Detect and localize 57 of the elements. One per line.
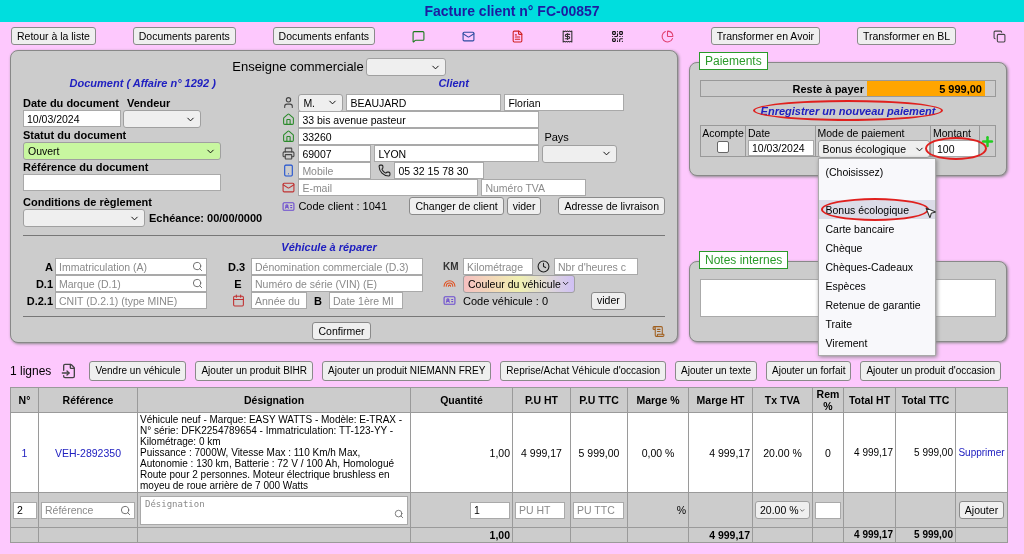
column-header: Référence bbox=[38, 387, 138, 413]
field-label: Echéance: 00/00/0000 bbox=[149, 211, 263, 225]
field-label: D.3 bbox=[228, 259, 247, 274]
field-label: Statut du document bbox=[23, 128, 128, 142]
column-header: Total HT bbox=[843, 387, 896, 413]
panel-legend: Notes internes bbox=[699, 251, 789, 269]
table-cell: Véhicule neuf - Marque: EASY WATTS - Modèle: E-TRAX - N° série: DFK2254789654 - Immatriculation: TT-123-YY - Kilométrage: 0 km Puissance : 7000W, Vitesse Max : 110 Km/h Max, Autonomie : 130 km, Batterie : 72 V / 100 Ah, Homologué Route pour 2 personnes. Moteur électrique brushless en moyeu de roue arrière de 7 000 Watts bbox=[137, 412, 411, 493]
table-cell: 4 999,17 bbox=[843, 412, 896, 493]
field-label: A bbox=[44, 259, 53, 274]
title-bar: Facture client n° FC-00857 bbox=[0, 0, 1024, 22]
line-count: 1 lignes bbox=[10, 364, 52, 378]
balance-value: 5 999,00 bbox=[867, 81, 985, 96]
table-cell: 4 999,17 bbox=[843, 527, 896, 543]
column-label: Acompte bbox=[702, 126, 744, 140]
table-cell: 1,00 bbox=[410, 412, 513, 493]
field-label: E bbox=[233, 276, 243, 291]
column-header: Désignation bbox=[137, 387, 411, 413]
field-label: D.1 bbox=[34, 276, 53, 291]
balance-label: Reste à payer bbox=[791, 81, 865, 96]
table-cell: % bbox=[627, 492, 689, 528]
section-heading: Client bbox=[438, 76, 469, 90]
table-cell: 5 999,00 bbox=[895, 527, 956, 543]
column-header: P.U TTC bbox=[570, 387, 628, 413]
column-label: Mode de paiement bbox=[817, 126, 906, 140]
table-cell: 4 999,17 bbox=[688, 412, 753, 493]
table-cell: 0,00 % bbox=[627, 412, 689, 493]
column-label: Montant bbox=[933, 126, 972, 140]
column-header: N° bbox=[10, 387, 39, 413]
vehicle-code: Code véhicule : 0 bbox=[463, 293, 549, 308]
table-cell: 1,00 bbox=[410, 527, 513, 543]
column-header: Marge % bbox=[627, 387, 689, 413]
field-label: B bbox=[314, 293, 322, 308]
section-heading: Véhicule à réparer bbox=[281, 240, 377, 254]
table-cell: 5 999,00 bbox=[895, 412, 956, 493]
field-label: Référence du document bbox=[23, 160, 150, 174]
field-label: Date du document bbox=[23, 96, 119, 110]
enseigne-label: Enseigne commerciale bbox=[232, 60, 364, 74]
km-label: KM bbox=[443, 259, 459, 274]
column-header: Total TTC bbox=[895, 387, 956, 413]
column-header: Quantité bbox=[410, 387, 513, 413]
panel-legend: Paiements bbox=[699, 52, 768, 70]
country-label: Pays bbox=[544, 129, 569, 144]
table-cell: 0 bbox=[812, 412, 844, 493]
table-cell: 4 999,17 bbox=[512, 412, 571, 493]
field-label: Conditions de règlement bbox=[23, 195, 153, 209]
table-cell: 5 999,00 bbox=[570, 412, 628, 493]
column-header: P.U HT bbox=[512, 387, 571, 413]
client-code: Code client : 1041 bbox=[298, 199, 389, 213]
field-label: Vendeur bbox=[126, 96, 171, 110]
table-cell: 20.00 % bbox=[752, 412, 813, 493]
table-cell: 4 999,17 bbox=[688, 527, 753, 543]
column-header: Marge HT bbox=[688, 387, 753, 413]
column-header: Rem % bbox=[812, 387, 844, 413]
section-heading: Document ( Affaire n° 1292 ) bbox=[69, 76, 216, 90]
column-header: Tx TVA bbox=[752, 387, 813, 413]
column-label: Date bbox=[748, 126, 772, 140]
field-label: D.2.1 bbox=[25, 293, 53, 308]
